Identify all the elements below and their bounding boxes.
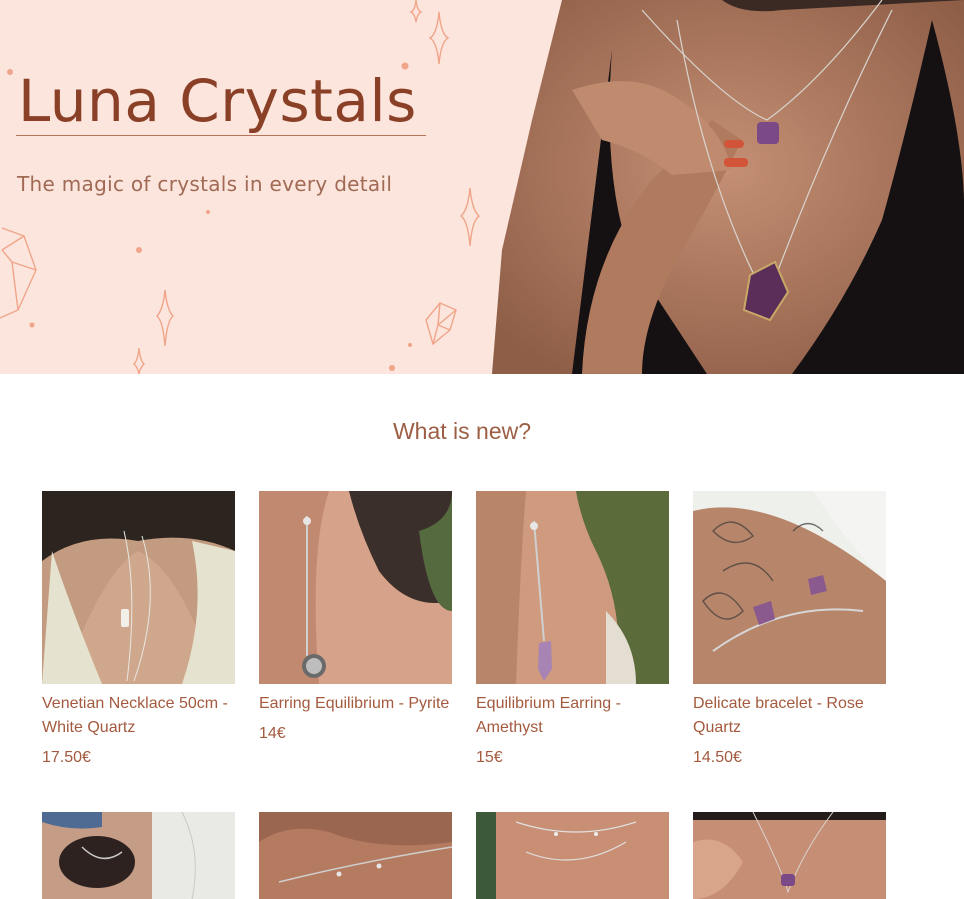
product-price: 17.50€ [42, 749, 91, 766]
product-name[interactable]: Earring Equilibrium - Pyrite [259, 692, 452, 716]
product-card[interactable] [693, 812, 886, 899]
product-image[interactable] [476, 812, 669, 899]
product-name[interactable]: Delicate bracelet - Rose Quartz [693, 692, 886, 740]
product-price: 14.50€ [693, 749, 742, 766]
product-card[interactable]: Equilibrium Earring - Amethyst 15€ [476, 491, 669, 768]
product-card[interactable] [42, 812, 235, 899]
product-image[interactable] [42, 812, 235, 899]
product-image-venetian-necklace[interactable] [42, 491, 235, 684]
brand-tagline: The magic of crystals in every detail [17, 172, 393, 196]
product-card[interactable] [259, 812, 452, 899]
product-name[interactable]: Venetian Necklace 50cm - White Quartz [42, 692, 235, 740]
product-card[interactable]: Venetian Necklace 50cm - White Quartz 17… [42, 491, 235, 768]
brand-title: Luna Crystals [18, 67, 417, 135]
product-card[interactable]: Delicate bracelet - Rose Quartz 14.50€ [693, 491, 886, 768]
product-image-earring-pyrite[interactable] [259, 491, 452, 684]
hero-banner: Luna Crystals The magic of crystals in e… [0, 0, 964, 374]
product-image-earring-amethyst[interactable] [476, 491, 669, 684]
product-image[interactable] [693, 812, 886, 899]
product-price: 14€ [259, 725, 286, 742]
hero-model-photo [492, 0, 964, 374]
title-underline [16, 135, 426, 136]
product-card[interactable] [476, 812, 669, 899]
product-card[interactable]: Earring Equilibrium - Pyrite 14€ [259, 491, 452, 744]
section-title: What is new? [392, 418, 532, 444]
product-image-bracelet-rose-quartz[interactable] [693, 491, 886, 684]
product-name[interactable]: Equilibrium Earring - Amethyst [476, 692, 669, 740]
product-price: 15€ [476, 749, 503, 766]
product-image[interactable] [259, 812, 452, 899]
